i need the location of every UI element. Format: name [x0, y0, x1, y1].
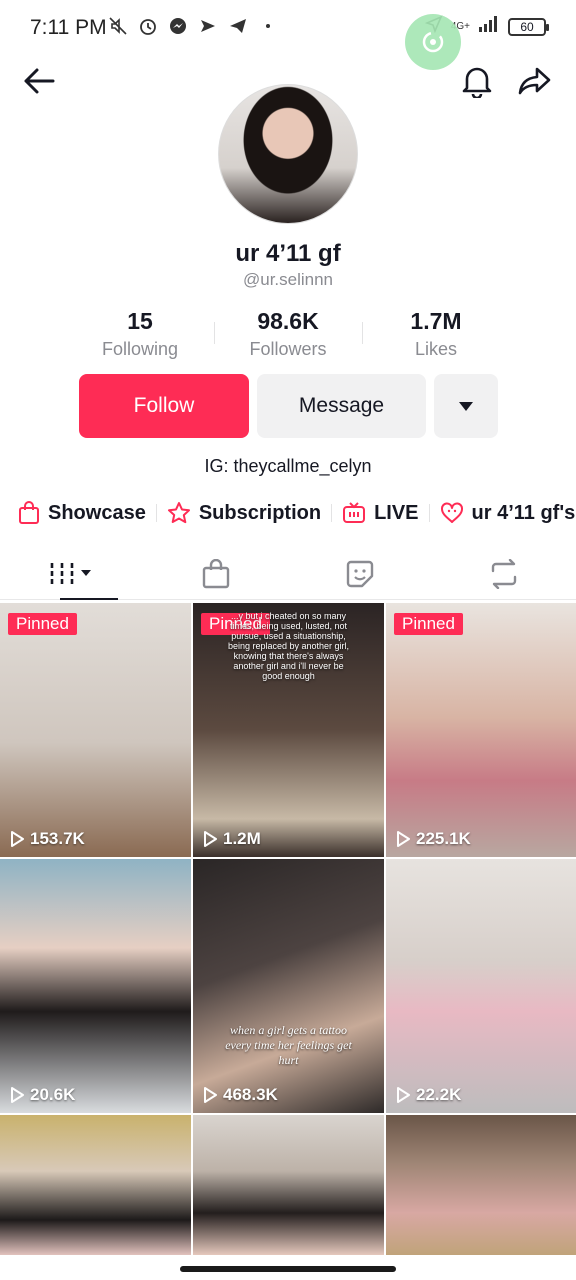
play-icon: [397, 831, 410, 847]
view-count: 225.1K: [396, 829, 471, 849]
suggested-accounts-button[interactable]: [434, 374, 498, 438]
messenger-icon: [168, 16, 188, 36]
pinned-badge: Pinned: [8, 613, 77, 635]
view-count-text: 22.2K: [416, 1085, 462, 1104]
stat-value: 1.7M: [410, 308, 462, 334]
gesture-navigation-bar[interactable]: [180, 1266, 396, 1272]
divider: [155, 504, 157, 522]
view-count: 20.6K: [10, 1085, 75, 1105]
sticker-icon: [346, 560, 374, 587]
play-icon: [11, 831, 24, 847]
link-fan-group[interactable]: ur 4’11 gf's: [440, 501, 576, 525]
video-thumbnail[interactable]: [0, 1115, 191, 1255]
view-count: 22.2K: [396, 1085, 461, 1105]
stat-following[interactable]: 15 Following: [66, 308, 214, 360]
stat-label: Followers: [249, 339, 327, 359]
video-thumbnail[interactable]: [386, 1115, 576, 1255]
view-count: 153.7K: [10, 829, 85, 849]
share-button[interactable]: [515, 62, 555, 100]
videos-grid-icon: [50, 562, 91, 585]
video-thumbnail[interactable]: 22.2K: [386, 859, 576, 1113]
link-label: Showcase: [48, 501, 146, 524]
stat-label: Likes: [414, 339, 458, 359]
pinned-badge: Pinned: [394, 613, 463, 635]
notifications-button[interactable]: [458, 62, 496, 100]
sticker-heart-icon: [440, 502, 463, 523]
avatar[interactable]: [218, 84, 358, 224]
shopping-bag-icon: [19, 501, 39, 524]
sync-icon: [422, 31, 444, 53]
video-thumbnail[interactable]: [193, 1115, 384, 1255]
video-grid: Pinned 153.7K Pinned ...y but i cheated …: [0, 603, 576, 1255]
view-count: 468.3K: [203, 1085, 278, 1105]
sync-floating-button[interactable]: [405, 14, 461, 70]
video-thumbnail[interactable]: 20.6K: [0, 859, 191, 1113]
bio: IG: theycallme_celyn: [204, 456, 372, 476]
stat-value: 15: [127, 308, 153, 334]
battery-indicator: 60: [508, 17, 549, 36]
link-label: LIVE: [374, 501, 419, 524]
content-tabs: [0, 548, 576, 600]
view-count-text: 468.3K: [223, 1085, 278, 1104]
dot-icon: [258, 16, 278, 36]
tab-videos[interactable]: [0, 548, 144, 600]
back-button[interactable]: [20, 62, 58, 100]
play-icon: [204, 1087, 217, 1103]
play-icon: [11, 1087, 24, 1103]
view-count: 1.2M: [203, 829, 261, 849]
tab-reposts[interactable]: [432, 548, 576, 599]
view-count-text: 225.1K: [416, 829, 471, 848]
share-arrow-icon: [518, 67, 551, 95]
divider: [331, 504, 333, 522]
play-icon: [397, 1087, 410, 1103]
view-count-text: 1.2M: [223, 829, 261, 848]
signal-icon: [478, 15, 500, 38]
star-badge-icon: [167, 502, 190, 524]
link-label: ur 4’11 gf's: [471, 501, 576, 524]
stat-followers[interactable]: 98.6K Followers: [214, 308, 362, 360]
stat-likes[interactable]: 1.7M Likes: [362, 308, 510, 360]
shopping-bag-icon: [202, 558, 230, 588]
play-icon: [204, 831, 217, 847]
telegram-icon: [228, 16, 248, 36]
divider: [428, 504, 430, 522]
video-thumbnail[interactable]: Pinned 153.7K: [0, 603, 191, 857]
arrow-left-icon: [24, 68, 55, 94]
follow-button[interactable]: Follow: [79, 374, 249, 438]
tab-favorites[interactable]: [288, 548, 432, 599]
video-thumbnail[interactable]: Pinned ...y but i cheated on so many tim…: [193, 603, 384, 857]
message-button[interactable]: Message: [257, 374, 426, 438]
video-thumbnail[interactable]: when a girl gets a tattoo every time her…: [193, 859, 384, 1113]
link-showcase[interactable]: Showcase: [18, 501, 146, 525]
display-name: ur 4’11 gf: [235, 240, 341, 267]
profile-actions: Follow Message: [79, 374, 498, 438]
view-count-text: 153.7K: [30, 829, 85, 848]
tab-shop[interactable]: [144, 548, 288, 599]
link-live[interactable]: LIVE: [342, 501, 419, 525]
live-tv-icon: [343, 502, 366, 523]
send-icon: [198, 16, 218, 36]
profile-stats: 15 Following 98.6K Followers 1.7M Likes: [66, 308, 510, 360]
notification-icons: [108, 16, 278, 36]
mute-icon: [108, 16, 128, 36]
repost-icon: [491, 558, 517, 589]
status-time: 7:11 PM: [30, 16, 107, 39]
video-thumbnail[interactable]: Pinned 225.1K: [386, 603, 576, 857]
view-count-text: 20.6K: [30, 1085, 76, 1104]
stat-value: 98.6K: [257, 308, 319, 334]
profile-links: Showcase Subscription LIVE ur 4’11 gf's: [18, 498, 575, 528]
video-caption: when a girl gets a tattoo every time her…: [225, 1023, 352, 1067]
video-caption: ...y but i cheated on so many times, bei…: [227, 611, 350, 681]
stat-label: Following: [101, 339, 179, 359]
bell-icon: [462, 67, 492, 98]
caret-down-icon: [459, 402, 473, 411]
status-bar: 7:11 PM 4G+ 60: [0, 0, 576, 56]
alarm-icon: [138, 16, 158, 36]
link-subscription[interactable]: Subscription: [167, 501, 321, 525]
username: @ur.selinnn: [242, 270, 334, 289]
link-label: Subscription: [198, 501, 322, 524]
